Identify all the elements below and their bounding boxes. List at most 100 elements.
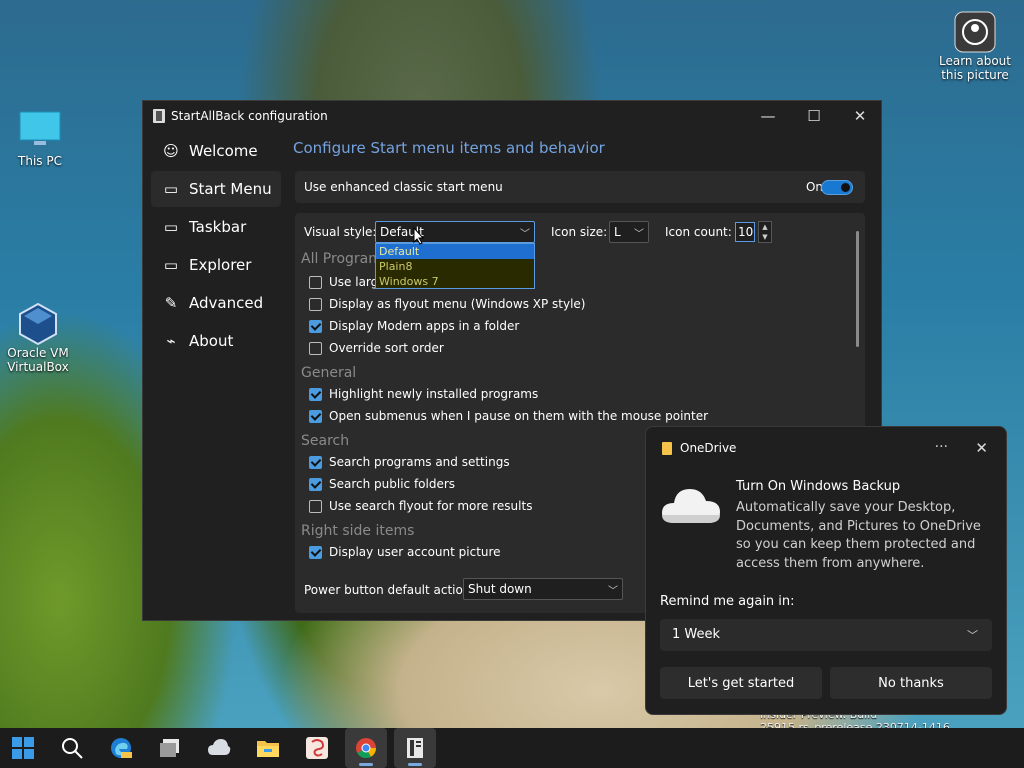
checkbox[interactable] bbox=[309, 341, 322, 355]
app-icon bbox=[306, 737, 328, 759]
icon-count-label: Icon count: bbox=[665, 225, 732, 239]
more-options-button[interactable]: ··· bbox=[935, 439, 948, 455]
power-button-select[interactable]: Shut down ﹀ bbox=[463, 578, 623, 600]
option-search-public[interactable]: Search public folders bbox=[309, 477, 455, 491]
icon-size-label: Icon size: bbox=[551, 225, 608, 239]
task-view-icon bbox=[160, 739, 179, 757]
chrome-icon bbox=[356, 738, 377, 759]
sidebar: ☺ Welcome ▭ Start Menu ▭ Taskbar ▭ Explorer … bbox=[151, 133, 281, 361]
option-label: Display as flyout menu (Windows XP style… bbox=[329, 297, 586, 311]
option-modern-apps-folder[interactable]: Display Modern apps in a folder bbox=[309, 319, 519, 333]
lets-get-started-button[interactable]: Let's get started bbox=[660, 667, 822, 699]
task-view-button[interactable] bbox=[149, 728, 191, 768]
dropdown-option-plain8[interactable]: Plain8 bbox=[376, 259, 534, 274]
about-icon: ⌁ bbox=[166, 332, 176, 350]
desktop-icon-learn-picture[interactable]: Learn about this picture bbox=[938, 10, 1012, 82]
virtualbox-icon bbox=[16, 302, 60, 346]
checkbox[interactable] bbox=[309, 297, 322, 311]
option-search-flyout[interactable]: Use search flyout for more results bbox=[309, 499, 532, 513]
pinned-app-button[interactable] bbox=[296, 728, 338, 768]
sidebar-item-label: Welcome bbox=[189, 142, 258, 160]
notification-close-button[interactable]: ✕ bbox=[975, 439, 988, 457]
file-explorer-button[interactable] bbox=[247, 728, 289, 768]
visual-style-label: Visual style: bbox=[304, 225, 377, 239]
checkbox[interactable] bbox=[309, 319, 322, 333]
icon-size-select[interactable]: L ﹀ bbox=[609, 221, 649, 243]
option-user-picture[interactable]: Display user account picture bbox=[309, 545, 501, 559]
option-highlight-new[interactable]: Highlight newly installed programs bbox=[309, 387, 538, 401]
option-label: Use search flyout for more results bbox=[329, 499, 533, 513]
wrench-icon: ✎ bbox=[164, 294, 178, 312]
desktop-icon-label: Learn about this picture bbox=[939, 54, 1011, 82]
checkbox[interactable] bbox=[309, 477, 322, 491]
section-search: Search bbox=[301, 433, 350, 449]
cloud-icon bbox=[662, 489, 720, 523]
file-explorer-icon bbox=[257, 741, 279, 757]
option-label: Search public folders bbox=[329, 477, 456, 491]
sidebar-item-label: Explorer bbox=[189, 256, 252, 274]
options-scrollbar[interactable] bbox=[856, 231, 859, 347]
dropdown-option-default[interactable]: Default bbox=[376, 244, 534, 259]
explorer-icon: ▭ bbox=[163, 256, 179, 274]
visual-style-select[interactable]: Default ﹀ bbox=[375, 221, 535, 243]
app-icon bbox=[153, 109, 165, 123]
start-button[interactable] bbox=[2, 728, 44, 768]
desktop-icon-virtualbox[interactable]: Oracle VM VirtualBox bbox=[2, 302, 74, 374]
sidebar-item-start-menu[interactable]: ▭ Start Menu bbox=[151, 171, 281, 207]
checkbox[interactable] bbox=[309, 387, 322, 401]
enhanced-menu-toggle[interactable] bbox=[821, 180, 853, 195]
checkbox[interactable] bbox=[309, 455, 322, 469]
notification-body: Automatically save your Desktop, Documen… bbox=[736, 500, 981, 571]
dropdown-option-windows7[interactable]: Windows 7 bbox=[376, 274, 534, 289]
sidebar-item-label: Advanced bbox=[189, 294, 264, 312]
notification-title: Turn On Windows Backup bbox=[736, 479, 901, 494]
sidebar-item-label: About bbox=[189, 332, 234, 350]
option-override-sort[interactable]: Override sort order bbox=[309, 341, 444, 355]
checkbox[interactable] bbox=[309, 275, 322, 289]
weather-button[interactable] bbox=[198, 728, 240, 768]
page-title: Configure Start menu items and behavior bbox=[293, 139, 605, 157]
minimize-button[interactable]: — bbox=[745, 101, 791, 131]
no-thanks-button[interactable]: No thanks bbox=[830, 667, 992, 699]
sidebar-item-taskbar[interactable]: ▭ Taskbar bbox=[151, 209, 281, 245]
checkbox[interactable] bbox=[309, 545, 322, 559]
chevron-down-icon: ﹀ bbox=[520, 229, 530, 240]
close-button[interactable]: ✕ bbox=[837, 101, 883, 131]
maximize-button[interactable]: ☐ bbox=[791, 101, 837, 131]
checkbox[interactable] bbox=[309, 499, 322, 513]
sidebar-item-welcome[interactable]: ☺ Welcome bbox=[151, 133, 281, 169]
remind-value: 1 Week bbox=[672, 627, 721, 642]
sidebar-item-explorer[interactable]: ▭ Explorer bbox=[151, 247, 281, 283]
section-right-side: Right side items bbox=[301, 523, 415, 539]
taskbar bbox=[0, 728, 1024, 768]
option-search-programs[interactable]: Search programs and settings bbox=[309, 455, 510, 469]
option-label: Display user account picture bbox=[329, 545, 501, 559]
option-flyout-menu[interactable]: Display as flyout menu (Windows XP style… bbox=[309, 297, 585, 311]
search-button[interactable] bbox=[51, 728, 93, 768]
sidebar-item-advanced[interactable]: ✎ Advanced bbox=[151, 285, 281, 321]
sidebar-item-about[interactable]: ⌁ About bbox=[151, 323, 281, 359]
icon-count-input[interactable]: 10 bbox=[735, 222, 755, 242]
remind-select[interactable]: 1 Week ﹀ bbox=[660, 619, 992, 651]
chrome-button[interactable] bbox=[345, 728, 387, 768]
option-label: Highlight newly installed programs bbox=[329, 387, 539, 401]
visual-style-dropdown: Default Plain8 Windows 7 bbox=[375, 243, 535, 289]
chevron-down-icon: ﹀ bbox=[967, 629, 978, 642]
enhanced-menu-row: Use enhanced classic start menu On bbox=[295, 171, 865, 203]
smile-icon: ☺ bbox=[163, 142, 179, 160]
edge-button[interactable] bbox=[100, 728, 142, 768]
edge-icon bbox=[111, 738, 132, 758]
checkbox[interactable] bbox=[309, 409, 322, 423]
startallback-button[interactable] bbox=[394, 728, 436, 768]
sidebar-item-label: Start Menu bbox=[189, 180, 272, 198]
option-open-submenus[interactable]: Open submenus when I pause on them with … bbox=[309, 409, 708, 423]
desktop-icon-this-pc[interactable]: This PC bbox=[4, 110, 76, 168]
option-label: Search programs and settings bbox=[329, 455, 510, 469]
camera-icon bbox=[953, 10, 997, 53]
notification-app-name: OneDrive bbox=[680, 441, 737, 455]
onedrive-notification: OneDrive ··· ✕ Turn On Windows Backup Au… bbox=[645, 426, 1007, 715]
icon-size-value: L bbox=[614, 225, 621, 239]
startallback-icon bbox=[407, 738, 423, 758]
monitor-icon bbox=[18, 110, 62, 150]
icon-count-stepper[interactable]: ▲ ▼ bbox=[758, 221, 772, 243]
